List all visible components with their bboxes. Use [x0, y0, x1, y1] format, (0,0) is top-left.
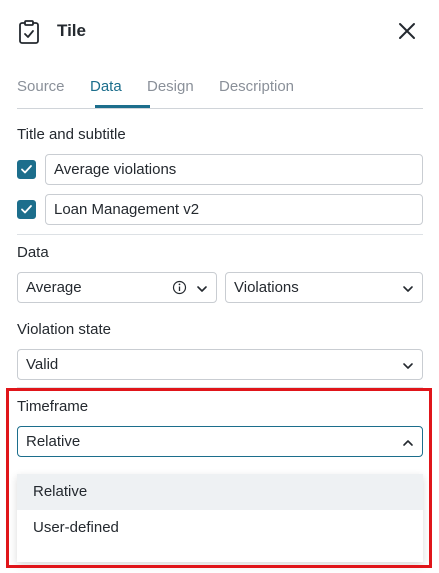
- checkmark-icon: [21, 165, 32, 174]
- tab-description[interactable]: Description: [219, 78, 294, 95]
- info-icon[interactable]: [172, 280, 187, 295]
- subtitle-input[interactable]: Loan Management v2: [45, 194, 423, 225]
- active-tab-indicator: [95, 105, 150, 108]
- title-row: Average violations: [17, 154, 423, 185]
- aggregation-select[interactable]: Average: [17, 272, 217, 303]
- chevron-down-icon: [403, 363, 413, 369]
- metric-value: Violations: [234, 279, 299, 296]
- timeframe-select[interactable]: Relative: [17, 426, 423, 457]
- timeframe-label: Timeframe: [17, 398, 89, 415]
- panel-title: Tile: [57, 21, 86, 40]
- divider: [17, 234, 423, 235]
- subtitle-checkbox[interactable]: [17, 200, 36, 219]
- close-icon[interactable]: [398, 22, 416, 40]
- chevron-up-icon: [403, 440, 413, 446]
- option-relative[interactable]: Relative: [17, 474, 423, 510]
- violation-state-value: Valid: [26, 356, 59, 373]
- violation-state-select[interactable]: Valid: [17, 349, 423, 380]
- clipboard-check-icon: [19, 20, 39, 44]
- tab-data[interactable]: Data: [90, 78, 122, 95]
- panel-header: Tile: [0, 0, 439, 64]
- timeframe-dropdown-menu: Relative User-defined: [17, 474, 423, 562]
- title-checkbox[interactable]: [17, 160, 36, 179]
- chevron-down-icon: [403, 286, 413, 292]
- chevron-down-icon: [197, 286, 207, 292]
- metric-select[interactable]: Violations: [225, 272, 423, 303]
- aggregation-value: Average: [26, 279, 82, 296]
- title-subtitle-label: Title and subtitle: [17, 126, 126, 143]
- tab-bar: Source Data Design Description: [17, 76, 423, 109]
- divider: [17, 387, 423, 388]
- timeframe-value: Relative: [26, 433, 81, 450]
- title-input[interactable]: Average violations: [45, 154, 423, 185]
- tab-source[interactable]: Source: [17, 78, 65, 95]
- checkmark-icon: [21, 205, 32, 214]
- option-user-defined[interactable]: User-defined: [17, 510, 423, 546]
- tab-design[interactable]: Design: [147, 78, 194, 95]
- data-label: Data: [17, 244, 49, 261]
- subtitle-row: Loan Management v2: [17, 194, 423, 225]
- violation-state-label: Violation state: [17, 321, 111, 338]
